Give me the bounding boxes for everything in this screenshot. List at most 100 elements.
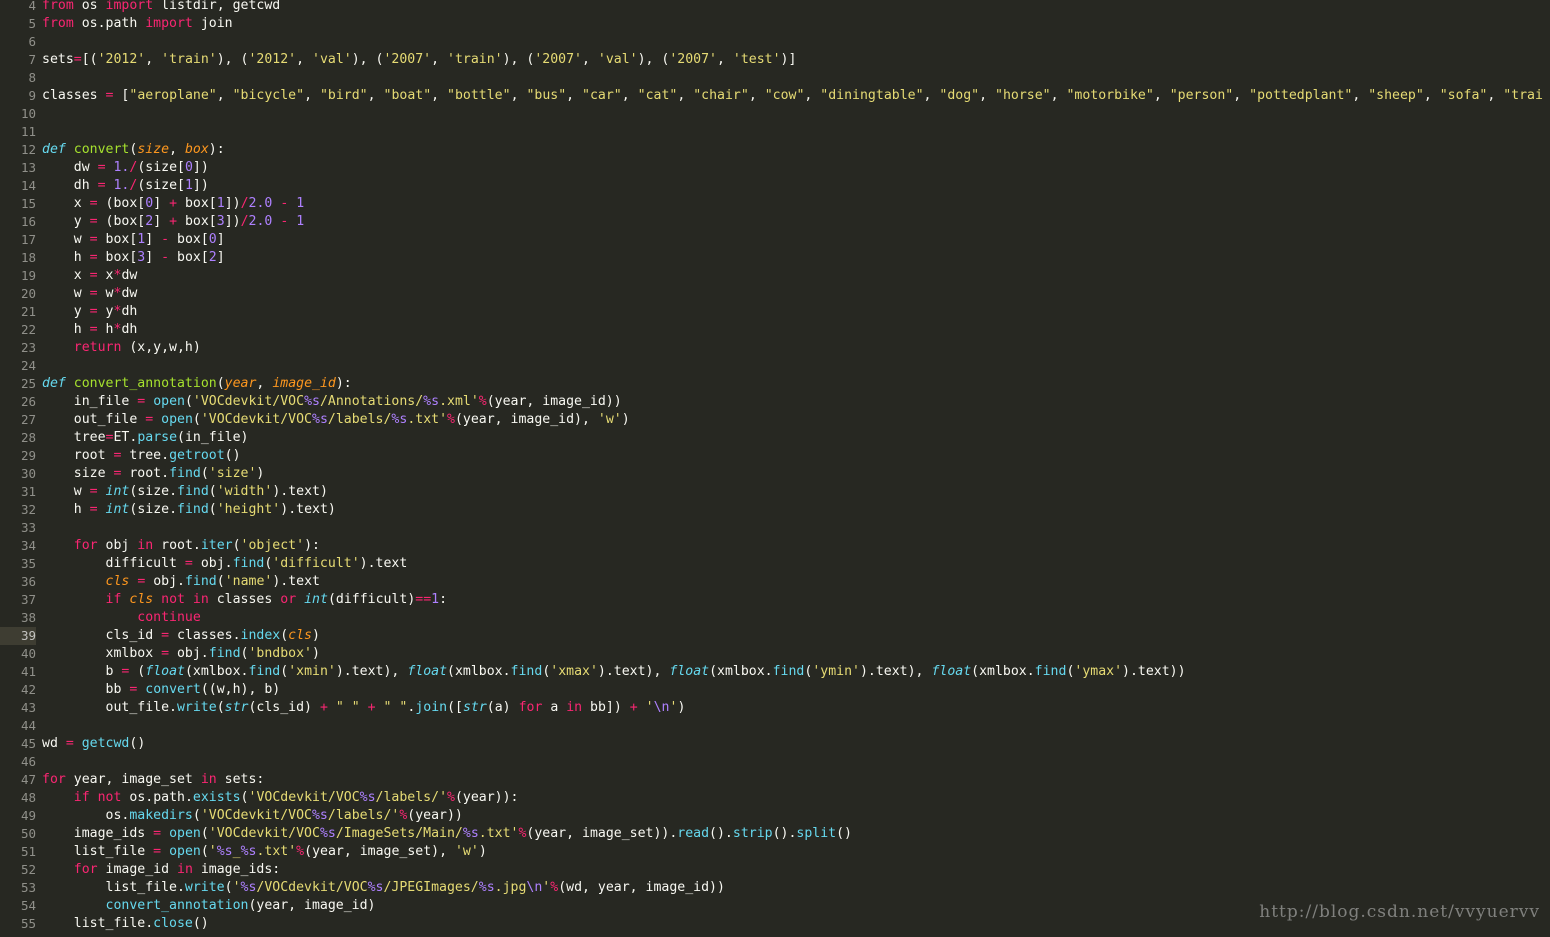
code-token: , [510, 88, 527, 103]
code-line[interactable]: 21 y = y*dh [0, 303, 1550, 321]
code-line[interactable]: 14 dh = 1./(size[1]) [0, 177, 1550, 195]
code-token: ( [240, 790, 249, 805]
code-line[interactable]: 48 if not os.path.exists('VOCdevkit/VOC%… [0, 789, 1550, 807]
code-token: "chair" [693, 88, 749, 103]
code-line[interactable]: 26 in_file = open('VOCdevkit/VOC%s/Annot… [0, 393, 1550, 411]
code-token: /Annotations/ [319, 394, 424, 409]
code-line[interactable]: 42 bb = convert((w,h), b) [0, 681, 1550, 699]
code-token: out_file. [42, 700, 177, 715]
code-line[interactable]: 38 continue [0, 609, 1550, 627]
code-token: dh [42, 178, 98, 193]
code-line[interactable]: 31 w = int(size.find('width').text) [0, 483, 1550, 501]
code-token: ( [208, 502, 217, 517]
code-line[interactable]: 25 def convert_annotation(year, image_id)… [0, 375, 1550, 393]
code-token: size [42, 466, 114, 481]
code-line[interactable]: 30 size = root.find('size') [0, 465, 1550, 483]
code-line[interactable]: 4 from os import listdir, getcwd [0, 0, 1550, 15]
code-token: obj. [192, 556, 233, 571]
code-line[interactable]: 45 wd = getcwd() [0, 735, 1550, 753]
code-line[interactable]: 50 image_ids = open('VOCdevkit/VOC%s/Ima… [0, 825, 1550, 843]
line-number-text: 37 [20, 592, 36, 607]
code-line[interactable]: 12 def convert(size, box): [0, 141, 1550, 159]
code-line[interactable]: 10 [0, 105, 1550, 123]
code-token: () [224, 448, 241, 463]
code-token: bb]) [582, 700, 630, 715]
code-token: obj. [169, 646, 209, 661]
code-token: for [73, 862, 98, 877]
code-line[interactable]: 49 os.makedirs('VOCdevkit/VOC%s/labels/'… [0, 807, 1550, 825]
code-line[interactable]: 23 return (x,y,w,h) [0, 339, 1550, 357]
code-token: + [169, 214, 178, 229]
line-number-text: 29 [20, 448, 36, 463]
code-line[interactable]: 44 [0, 717, 1550, 735]
code-line[interactable]: 47 for year, image_set in sets: [0, 771, 1550, 789]
code-line[interactable]: 6 [0, 33, 1550, 51]
code-token: find [208, 646, 241, 661]
code-editor[interactable]: 4 from os import listdir, getcwd 5 from os.… [0, 0, 1550, 937]
code-token: obj. [145, 574, 185, 589]
code-token: x [42, 268, 90, 283]
code-line[interactable]: 53 list_file.write('%s/VOCdevkit/VOC%s/J… [0, 879, 1550, 897]
code-line[interactable]: 40 xmlbox = obj.find('bndbox') [0, 645, 1550, 663]
code-line[interactable]: 52 for image_id in image_ids: [0, 861, 1550, 879]
code-token: os [73, 0, 106, 13]
code-line[interactable]: 13 dw = 1./(size[0]) [0, 159, 1550, 177]
code-line[interactable]: 18 h = box[3] - box[2] [0, 249, 1550, 267]
code-line[interactable]: 39 cls_id = classes.index(cls) [0, 627, 1550, 645]
line-number-text: 7 [28, 52, 36, 67]
code-token: (size[ [137, 178, 185, 193]
line-number-text: 48 [20, 790, 36, 805]
code-line[interactable]: 36 cls = obj.find('name').text [0, 573, 1550, 591]
code-token: list_file. [42, 916, 154, 931]
code-line[interactable]: 24 [0, 357, 1550, 375]
code-line[interactable]: 20 w = w*dw [0, 285, 1550, 303]
code-line[interactable]: 32 h = int(size.find('height').text) [0, 501, 1550, 519]
code-line[interactable]: 29 root = tree.getroot() [0, 447, 1550, 465]
code-line[interactable]: 46 [0, 753, 1550, 771]
code-token: /VOCdevkit/VOC [256, 880, 368, 895]
code-token: 'difficult' [272, 556, 360, 571]
line-number-text: 17 [20, 232, 36, 247]
code-line[interactable]: 28 tree=ET.parse(in_file) [0, 429, 1550, 447]
code-token: 1 [184, 178, 193, 193]
code-token: '2012' [248, 52, 297, 67]
code-line[interactable]: 5 from os.path import join [0, 15, 1550, 33]
code-token: ).text) [272, 484, 328, 499]
code-line[interactable]: 16 y = (box[2] + box[3])/2.0 - 1 [0, 213, 1550, 231]
code-text: h = int(size.find('height').text) [42, 501, 336, 519]
line-number-text: 30 [20, 466, 36, 481]
code-line[interactable]: 8 [0, 69, 1550, 87]
code-line[interactable]: 19 x = x*dw [0, 267, 1550, 285]
code-line[interactable]: 11 [0, 123, 1550, 141]
code-line[interactable]: 34 for obj in root.iter('object'): [0, 537, 1550, 555]
code-line[interactable]: 9 classes = ["aeroplane", "bicycle", "bir… [0, 87, 1550, 105]
line-number: 5 [0, 15, 36, 33]
code-token: 'ymax' [1074, 664, 1123, 679]
code-text: w = box[1] - box[0] [42, 231, 225, 249]
line-number: 55 [0, 915, 36, 933]
code-token: %s [359, 790, 376, 805]
code-line[interactable]: 22 h = h*dh [0, 321, 1550, 339]
code-line[interactable]: 51 list_file = open('%s_%s.txt'%(year, i… [0, 843, 1550, 861]
code-line[interactable]: 33 [0, 519, 1550, 537]
code-token: = [89, 304, 98, 319]
code-line[interactable]: 7 sets=[('2012', 'train'), ('2012', 'val'… [0, 51, 1550, 69]
code-token: os. [42, 808, 130, 823]
code-line[interactable]: 17 w = box[1] - box[0] [0, 231, 1550, 249]
code-token: ]) [224, 196, 241, 211]
code-token: "bird" [319, 88, 368, 103]
code-line[interactable]: 35 difficult = obj.find('difficult').tex… [0, 555, 1550, 573]
code-token: h [42, 502, 90, 517]
code-token: [ [113, 88, 130, 103]
code-token: ] [145, 232, 162, 247]
code-line[interactable]: 41 b = (float(xmlbox.find('xmin').text),… [0, 663, 1550, 681]
code-token: def [42, 142, 66, 157]
code-line[interactable]: 27 out_file = open('VOCdevkit/VOC%s/labe… [0, 411, 1550, 429]
code-line[interactable]: 37 if cls not in classes or int(difficul… [0, 591, 1550, 609]
code-line[interactable]: 15 x = (box[0] + box[1])/2.0 - 1 [0, 195, 1550, 213]
code-token: , [566, 88, 583, 103]
code-line[interactable]: 43 out_file.write(str(cls_id) + " " + " … [0, 699, 1550, 717]
code-token: ] [153, 214, 170, 229]
code-token: , [717, 52, 733, 67]
